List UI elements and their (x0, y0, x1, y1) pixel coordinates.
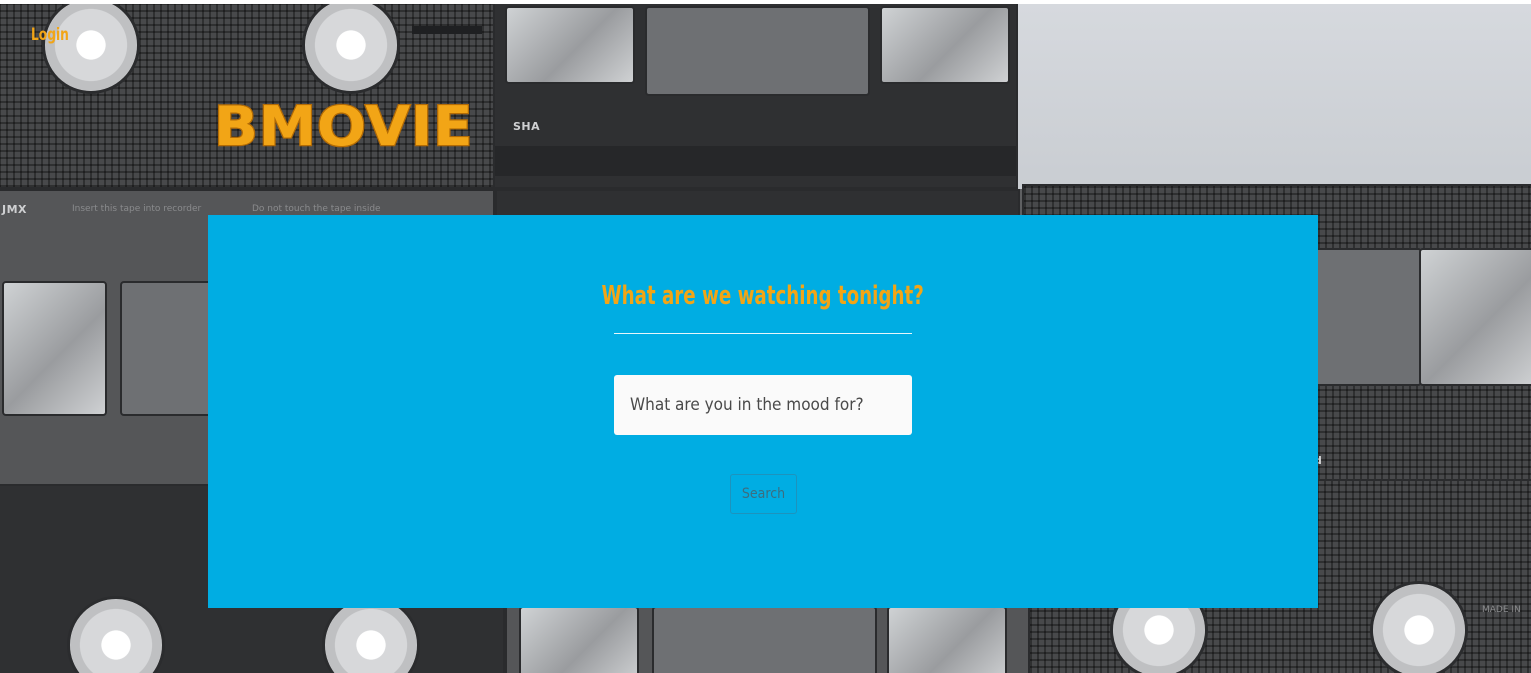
top-border (0, 0, 1531, 4)
tape-fine-print: Insert this tape into recorder (72, 204, 202, 214)
tape-label-text: SHA (513, 120, 541, 133)
login-link[interactable]: Login (31, 25, 69, 45)
tape-edge (495, 146, 1016, 176)
tape-window (1304, 248, 1422, 386)
tape-window (645, 6, 870, 96)
tape-window (652, 606, 877, 673)
vhs-tape: SHA (493, 4, 1018, 189)
title-divider (614, 333, 912, 334)
brand-logo: BMOVIE (213, 95, 474, 159)
page-title: What are we watching tonight? (208, 281, 1318, 311)
tape-window (505, 6, 635, 84)
page: SHA JMX Insert this tape into recorder D… (0, 0, 1531, 673)
tape-window (1419, 248, 1531, 386)
tape-label-text: JMX (2, 203, 28, 216)
search-panel: What are we watching tonight? Search (208, 215, 1318, 608)
tape-fine-print: Do not touch the tape inside (252, 204, 381, 214)
search-button[interactable]: Search (730, 474, 797, 514)
tape-slot (412, 26, 482, 34)
tape-fine-print: MADE IN (1482, 605, 1521, 615)
tape-window (2, 281, 107, 416)
tape-window (887, 606, 1007, 673)
tape-reel (302, 4, 400, 94)
tape-window (880, 6, 1010, 84)
tape-reel (42, 4, 140, 94)
tape-reel (67, 596, 165, 673)
background-wall (1018, 4, 1531, 189)
tape-reel (1370, 581, 1468, 673)
search-input[interactable] (614, 375, 912, 435)
tape-window (519, 606, 639, 673)
page-title-text: What are we watching tonight? (601, 281, 925, 311)
